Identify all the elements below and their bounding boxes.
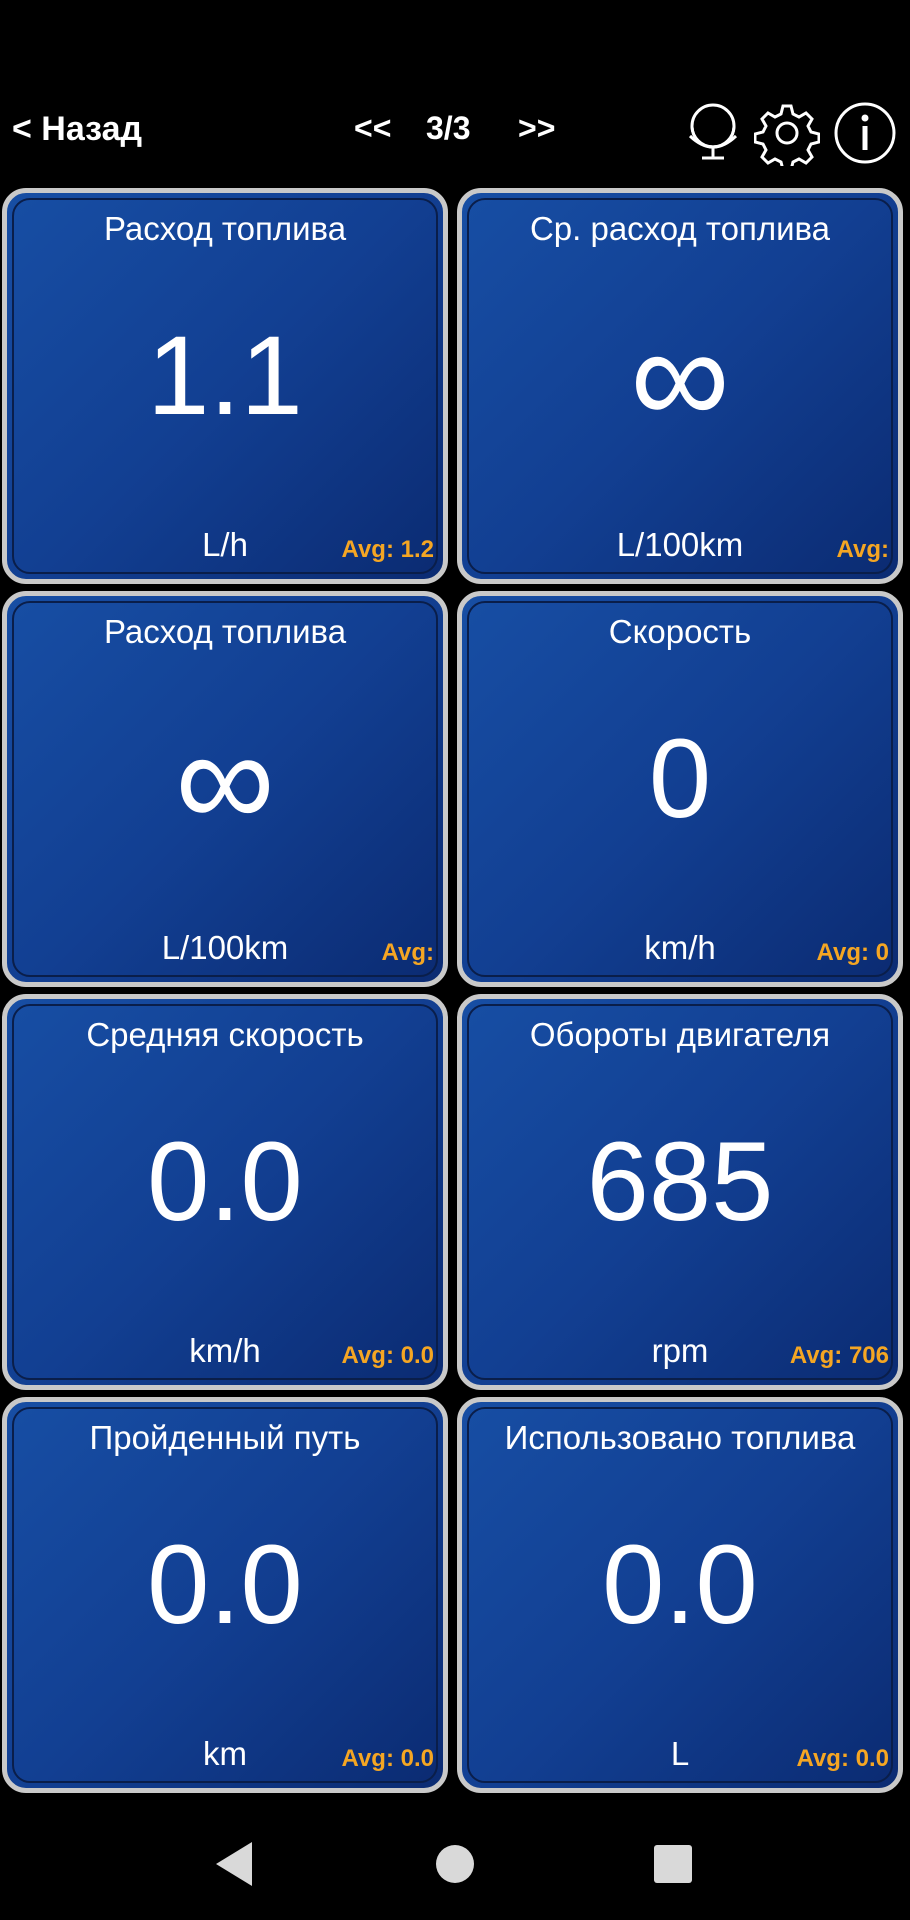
tile-frame: Расход топлива ∞ L/100km Avg: [12, 601, 438, 977]
tile-title: Использовано топлива [504, 1419, 856, 1456]
page-indicator: 3/3 [426, 110, 471, 146]
tile-avg: Avg: 0.0 [341, 1342, 434, 1369]
tile-frame: Пройденный путь 0.0 km Avg: 0.0 [12, 1407, 438, 1783]
avg-fuel-consumption-tile[interactable]: Ср. расход топлива ∞ L/100km Avg: [457, 188, 903, 584]
tile-avg: Avg: [381, 939, 434, 966]
tile-avg: Avg: [836, 536, 889, 563]
tile-value: ∞ [630, 297, 730, 454]
tile-title: Расход топлива [103, 613, 347, 650]
tile-frame: Ср. расход топлива ∞ L/100km Avg: [467, 198, 893, 574]
info-icon[interactable] [832, 100, 898, 166]
engine-rpm-tile[interactable]: Обороты двигателя 685 rpm Avg: 706 [457, 994, 903, 1390]
tile-title: Скорость [608, 613, 752, 650]
tile-frame: Скорость 0 km/h Avg: 0 [467, 601, 893, 977]
globe-icon[interactable] [680, 100, 746, 166]
tile-unit: L/100km [616, 526, 744, 563]
prev-page-button[interactable]: << [354, 110, 391, 147]
tile-title: Ср. расход топлива [529, 210, 831, 247]
tile-frame: Средняя скорость 0.0 km/h Avg: 0.0 [12, 1004, 438, 1380]
tile-value: 0 [648, 716, 712, 841]
home-circle-icon[interactable] [427, 1836, 483, 1892]
tile-avg: Avg: 706 [789, 1342, 889, 1369]
toolbar: < Назад << 3/3 >> [0, 90, 910, 178]
tile-frame: Использовано топлива 0.0 L Avg: 0.0 [467, 1407, 893, 1783]
tile-title: Пройденный путь [89, 1419, 361, 1456]
tile-value: 0.0 [147, 1119, 303, 1244]
tile-avg: Avg: 0 [816, 939, 889, 966]
gear-icon[interactable] [754, 100, 820, 166]
tile-avg: Avg: 0.0 [341, 1745, 434, 1772]
gauge-grid: Расход топлива 1.1 L/h Avg: 1.2 Ср. расх… [0, 188, 910, 1802]
speed-tile[interactable]: Скорость 0 km/h Avg: 0 [457, 591, 903, 987]
tile-unit: L/100km [161, 929, 289, 966]
tile-avg: Avg: 1.2 [341, 536, 434, 563]
tile-avg: Avg: 0.0 [796, 1745, 889, 1772]
tile-title: Средняя скорость [86, 1016, 364, 1053]
back-button[interactable]: < Назад [12, 110, 142, 149]
recents-square-icon[interactable] [645, 1836, 701, 1892]
tile-title: Расход топлива [103, 210, 347, 247]
tile-value: 1.1 [147, 313, 303, 438]
tile-frame: Обороты двигателя 685 rpm Avg: 706 [467, 1004, 893, 1380]
distance-traveled-tile[interactable]: Пройденный путь 0.0 km Avg: 0.0 [2, 1397, 448, 1793]
tile-value: 0.0 [602, 1522, 758, 1647]
tile-value: 685 [586, 1119, 774, 1244]
back-triangle-icon[interactable] [208, 1836, 264, 1892]
status-bar [0, 0, 910, 90]
fuel-consumption-l100km-tile[interactable]: Расход топлива ∞ L/100km Avg: [2, 591, 448, 987]
tile-value: ∞ [175, 700, 275, 857]
tile-value: 0.0 [147, 1522, 303, 1647]
next-page-button[interactable]: >> [518, 110, 555, 147]
average-speed-tile[interactable]: Средняя скорость 0.0 km/h Avg: 0.0 [2, 994, 448, 1390]
fuel-used-tile[interactable]: Использовано топлива 0.0 L Avg: 0.0 [457, 1397, 903, 1793]
tile-title: Обороты двигателя [529, 1016, 831, 1053]
fuel-consumption-lh-tile[interactable]: Расход топлива 1.1 L/h Avg: 1.2 [2, 188, 448, 584]
system-nav-bar [0, 1806, 910, 1920]
tile-frame: Расход топлива 1.1 L/h Avg: 1.2 [12, 198, 438, 574]
